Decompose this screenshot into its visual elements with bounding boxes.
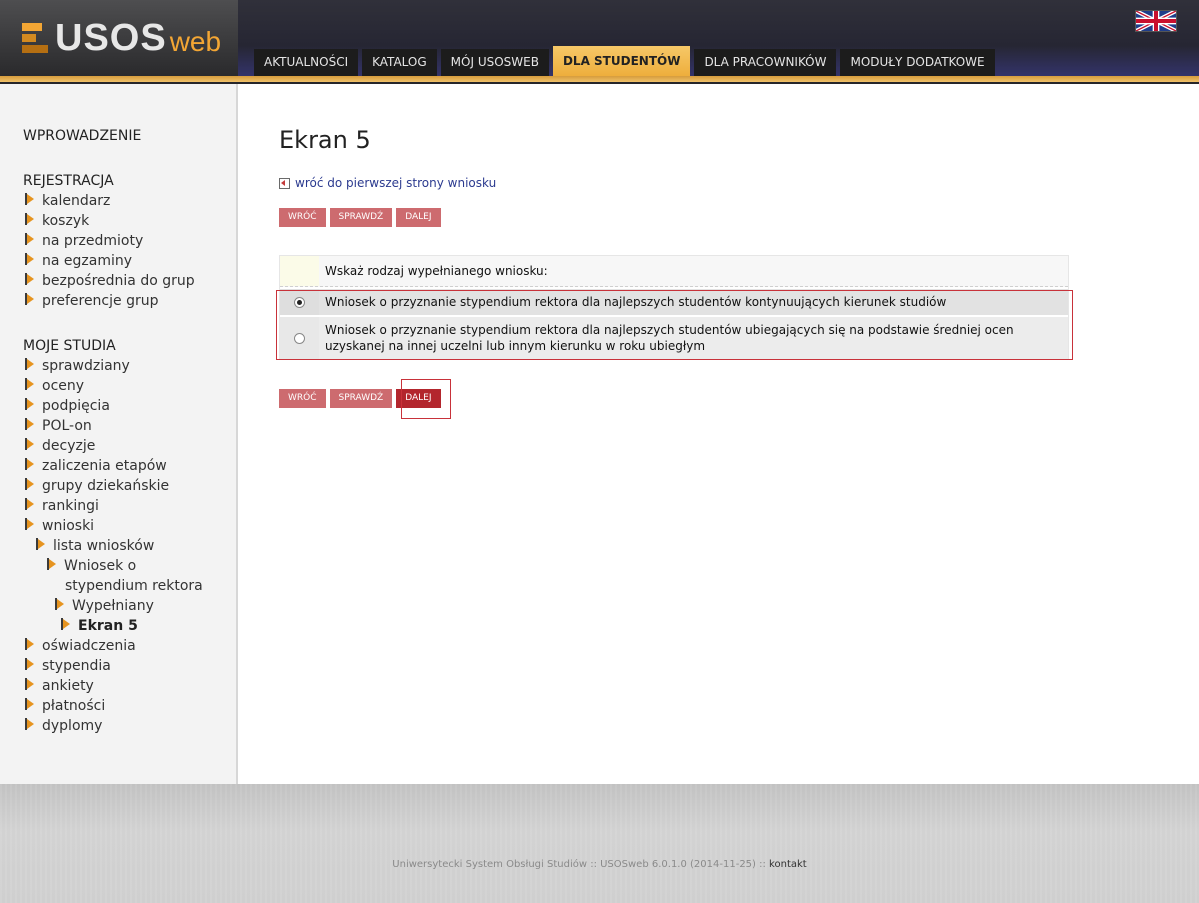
logo-text-main: USOS: [55, 16, 167, 59]
sidebar-item-ekran-5[interactable]: Ekran 5: [61, 618, 138, 634]
bullet-arrow-icon: [25, 193, 34, 205]
question-row: Wskaż rodzaj wypełnianego wniosku:: [280, 256, 1068, 287]
bullet-arrow-icon: [25, 498, 34, 510]
sidebar-item-wnioski[interactable]: wnioski: [25, 518, 94, 534]
bullet-arrow-icon: [25, 358, 34, 370]
sidebar-item-sprawdziany[interactable]: sprawdziany: [25, 358, 130, 374]
top-button-row: WRÓĆ SPRAWDŹ DALEJ: [279, 208, 445, 227]
next-button-highlight-outline: [401, 379, 451, 419]
check-button-bottom[interactable]: SPRAWDŹ: [329, 389, 393, 408]
sidebar-item-dyplomy[interactable]: dyplomy: [25, 718, 102, 734]
check-button-top[interactable]: SPRAWDŹ: [329, 208, 393, 227]
bullet-arrow-icon: [25, 658, 34, 670]
back-button-top[interactable]: WRÓĆ: [279, 208, 326, 227]
header-accent-line: [0, 76, 1199, 82]
usosweb-logo[interactable]: USOS web: [22, 16, 222, 59]
bullet-arrow-icon: [25, 293, 34, 305]
sidebar-item-wprowadzenie[interactable]: WPROWADZENIE: [23, 128, 141, 144]
sidebar-item-oceny[interactable]: oceny: [25, 378, 84, 394]
bullet-arrow-icon: [36, 538, 45, 550]
bullet-arrow-icon: [25, 698, 34, 710]
usos-logo-mark-icon: [22, 21, 52, 55]
tab-dla-studentow[interactable]: DLA STUDENTÓW: [552, 46, 691, 76]
bullet-arrow-icon: [25, 398, 34, 410]
back-to-first-page-link[interactable]: wróć do pierwszej strony wniosku: [279, 176, 496, 190]
sidebar-item-na-przedmioty[interactable]: na przedmioty: [25, 233, 143, 249]
main-nav-tabs: AKTUALNOŚCI KATALOG MÓJ USOSWEB DLA STUD…: [254, 46, 999, 76]
sidebar-item-bezposrednia-do-grup[interactable]: bezpośrednia do grup: [25, 273, 195, 289]
sidebar-item-rankingi[interactable]: rankingi: [25, 498, 99, 514]
footer: Uniwersytecki System Obsługi Studiów :: …: [0, 784, 1199, 903]
bullet-arrow-icon: [25, 233, 34, 245]
sidebar-item-zaliczenia-etapow[interactable]: zaliczenia etapów: [25, 458, 167, 474]
bullet-arrow-icon: [47, 558, 56, 570]
bullet-arrow-icon: [25, 438, 34, 450]
next-button-top[interactable]: DALEJ: [396, 208, 441, 227]
options-highlight-outline: [276, 290, 1073, 360]
bullet-arrow-icon: [25, 718, 34, 730]
sidebar-item-koszyk[interactable]: koszyk: [25, 213, 89, 229]
tab-moduly-dodatkowe[interactable]: MODUŁY DODATKOWE: [840, 49, 995, 76]
back-button-bottom[interactable]: WRÓĆ: [279, 389, 326, 408]
sidebar-item-wniosek-o-stypendium[interactable]: Wniosek o: [47, 558, 136, 574]
sidebar-item-ankiety[interactable]: ankiety: [25, 678, 94, 694]
sidebar-item-podpiecia[interactable]: podpięcia: [25, 398, 110, 414]
sidebar-item-na-egzaminy[interactable]: na egzaminy: [25, 253, 132, 269]
sidebar-item-stypendia[interactable]: stypendia: [25, 658, 111, 674]
contact-link[interactable]: kontakt: [769, 859, 807, 870]
sidebar-item-oswiadczenia[interactable]: oświadczenia: [25, 638, 136, 654]
page-title: Ekran 5: [279, 126, 371, 154]
sidebar-item-platnosci[interactable]: płatności: [25, 698, 105, 714]
bullet-arrow-icon: [61, 618, 70, 630]
sidebar-section-rejestracja[interactable]: REJESTRACJA: [23, 173, 114, 189]
sidebar-item-lista-wnioskow[interactable]: lista wniosków: [36, 538, 154, 554]
logo-text-sub: web: [169, 26, 222, 57]
tab-dla-pracownikow[interactable]: DLA PRACOWNIKÓW: [694, 49, 837, 76]
back-arrow-icon: [279, 177, 290, 189]
bullet-arrow-icon: [25, 378, 34, 390]
sidebar-item-kalendarz[interactable]: kalendarz: [25, 193, 110, 209]
footer-text: Uniwersytecki System Obsługi Studiów :: …: [392, 859, 807, 870]
bullet-arrow-icon: [25, 638, 34, 650]
sidebar-item-preferencje-grup[interactable]: preferencje grup: [25, 293, 158, 309]
bullet-arrow-icon: [25, 418, 34, 430]
uk-flag-icon[interactable]: [1135, 10, 1177, 32]
bullet-arrow-icon: [25, 273, 34, 285]
sidebar-item-decyzje[interactable]: decyzje: [25, 438, 95, 454]
bullet-arrow-icon: [25, 458, 34, 470]
bullet-arrow-icon: [55, 598, 64, 610]
bullet-arrow-icon: [25, 253, 34, 265]
tab-moj-usosweb[interactable]: MÓJ USOSWEB: [440, 49, 549, 76]
tab-aktualnosci[interactable]: AKTUALNOŚCI: [254, 49, 359, 76]
bullet-arrow-icon: [25, 478, 34, 490]
sidebar-section-moje-studia[interactable]: MOJE STUDIA: [23, 338, 116, 354]
bullet-arrow-icon: [25, 518, 34, 530]
sidebar-item-wniosek-o-stypendium-line2[interactable]: stypendium rektora: [65, 578, 203, 594]
sidebar: WPROWADZENIE REJESTRACJA kalendarz koszy…: [0, 84, 238, 784]
question-label: Wskaż rodzaj wypełnianego wniosku:: [325, 264, 548, 278]
main-content: Ekran 5 wróć do pierwszej strony wniosku…: [238, 84, 1199, 784]
logo-area: USOS web: [0, 0, 238, 76]
bullet-arrow-icon: [25, 213, 34, 225]
sidebar-item-grupy-dziekanskie[interactable]: grupy dziekańskie: [25, 478, 169, 494]
bullet-arrow-icon: [25, 678, 34, 690]
sidebar-item-wypelniany[interactable]: Wypełniany: [55, 598, 154, 614]
tab-katalog[interactable]: KATALOG: [362, 49, 437, 76]
header: USOS web AKTUALNOŚCI KATALOG MÓJ USOSWEB…: [0, 0, 1199, 84]
sidebar-item-pol-on[interactable]: POL-on: [25, 418, 92, 434]
